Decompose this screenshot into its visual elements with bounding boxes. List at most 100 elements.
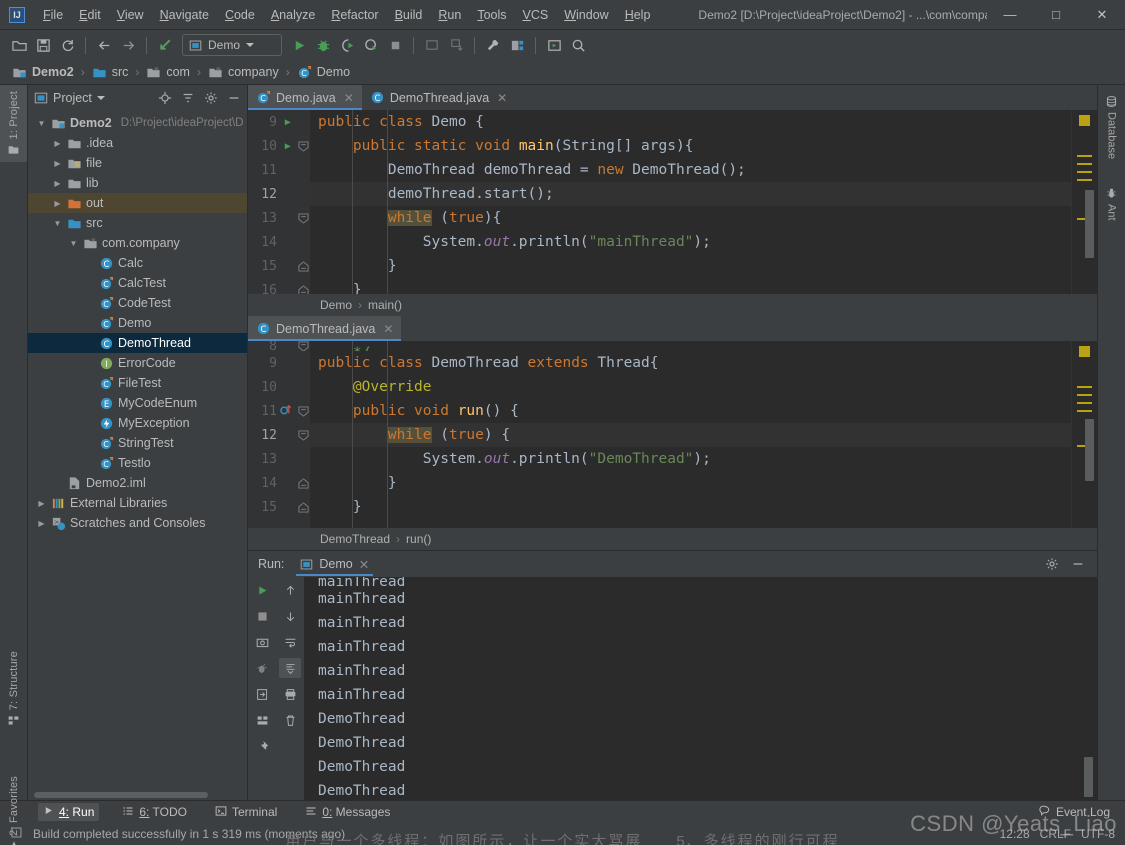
tree-node-demo2[interactable]: ▼Demo2D:\Project\ideaProject\D (28, 113, 247, 133)
menu-tools[interactable]: Tools (469, 4, 514, 26)
editor-breadcrumb-item[interactable]: DemoThread (320, 532, 390, 546)
code-line[interactable]: System.out.println("DemoThread"); (310, 447, 1071, 471)
debug-icon[interactable] (251, 658, 273, 678)
fold-toggle-icon[interactable] (297, 501, 310, 514)
up-icon[interactable] (279, 580, 301, 600)
tree-node-demo[interactable]: CDemo (28, 313, 247, 333)
run-configuration-selector[interactable]: Demo (182, 34, 282, 56)
tree-expander[interactable]: ▼ (68, 239, 79, 248)
breadcrumb-item-demo2[interactable]: Demo2 (10, 64, 76, 81)
code-line[interactable]: while (true) { (310, 423, 1071, 447)
run-gutter-icon[interactable]: ▶ (281, 141, 295, 152)
collapse-all-icon[interactable] (179, 89, 197, 107)
toolwindow-button-terminal[interactable]: Terminal (210, 803, 282, 822)
forward-icon[interactable] (117, 34, 139, 56)
editor-code-demothread[interactable]: */public class DemoThread extends Thread… (310, 341, 1071, 528)
sidebar-item-project[interactable]: 1: Project (0, 85, 27, 162)
toolwindow-button-4--run[interactable]: 4: Run (38, 803, 99, 821)
menu-file[interactable]: File (35, 4, 71, 26)
breadcrumb-item-src[interactable]: src (90, 64, 131, 81)
tree-node-com-company[interactable]: ▼com.company (28, 233, 247, 253)
stop-icon[interactable] (384, 34, 406, 56)
pin-icon[interactable] (251, 736, 273, 756)
build-project-icon[interactable] (506, 34, 528, 56)
fold-toggle-icon[interactable] (297, 341, 310, 351)
run-tab-demo[interactable]: Demo ✕ (292, 554, 377, 575)
project-tree[interactable]: ▼Demo2D:\Project\ideaProject\D▶.idea▶fil… (28, 111, 247, 790)
print-icon[interactable] (279, 684, 301, 704)
code-line[interactable]: DemoThread demoThread = new DemoThread()… (310, 158, 1071, 182)
tree-node-calc[interactable]: CCalc (28, 253, 247, 273)
jump-to-source-icon[interactable] (154, 34, 176, 56)
tree-node-filetest[interactable]: CFileTest (28, 373, 247, 393)
open-icon[interactable] (8, 34, 30, 56)
editor-tab-demothread-java[interactable]: CDemoThread.java✕ (362, 85, 515, 110)
menu-build[interactable]: Build (387, 4, 431, 26)
fold-toggle-icon[interactable] (297, 429, 310, 442)
gutter-row[interactable]: 9▶ (248, 110, 310, 134)
editor-area-demothread[interactable]: 89101112131415 */public class DemoThread… (248, 341, 1097, 528)
menu-analyze[interactable]: Analyze (263, 4, 323, 26)
layout-icon[interactable] (251, 710, 273, 730)
tree-node-calctest[interactable]: CCalcTest (28, 273, 247, 293)
gutter-row[interactable]: 10 (248, 375, 310, 399)
code-line[interactable]: demoThread.start(); (310, 182, 1071, 206)
code-line[interactable]: public class DemoThread extends Thread{ (310, 351, 1071, 375)
close-icon[interactable]: ✕ (344, 91, 354, 105)
menu-navigate[interactable]: Navigate (152, 4, 217, 26)
export-icon[interactable] (251, 684, 273, 704)
maximize-button[interactable]: □ (1033, 0, 1079, 30)
close-icon[interactable]: ✕ (497, 91, 507, 105)
editor-code-demo[interactable]: public class Demo { public static void m… (310, 110, 1071, 294)
update-app-icon[interactable] (421, 34, 443, 56)
editor-tab-demo-java[interactable]: CDemo.java✕ (248, 85, 362, 110)
menu-help[interactable]: Help (617, 4, 659, 26)
code-line[interactable]: } (310, 471, 1071, 495)
gutter-row[interactable]: 15 (248, 254, 310, 278)
code-line[interactable]: } (310, 495, 1071, 519)
editor-area-demo[interactable]: 9▶10▶111213141516 public class Demo { pu… (248, 110, 1097, 294)
menu-edit[interactable]: Edit (71, 4, 109, 26)
breadcrumb-item-com[interactable]: com (144, 64, 192, 81)
code-line[interactable]: } (310, 278, 1071, 294)
editor-breadcrumb-item[interactable]: run() (406, 532, 431, 546)
tree-node-out[interactable]: ▶out (28, 193, 247, 213)
menu-view[interactable]: View (109, 4, 152, 26)
breadcrumb-item-demo[interactable]: CDemo (295, 64, 352, 81)
gutter-row[interactable]: 8 (248, 341, 310, 351)
rerun-icon[interactable] (251, 580, 273, 600)
tree-node-scratches-and-consoles[interactable]: ▶>Scratches and Consoles (28, 513, 247, 533)
tree-node-codetest[interactable]: CCodeTest (28, 293, 247, 313)
gutter-row[interactable]: 14 (248, 230, 310, 254)
fold-toggle-icon[interactable] (297, 260, 310, 273)
code-line[interactable]: */ (310, 341, 1071, 351)
run-anything-icon[interactable] (543, 34, 565, 56)
tree-expander[interactable]: ▶ (52, 179, 63, 188)
locate-icon[interactable] (156, 89, 174, 107)
build-icon[interactable] (482, 34, 504, 56)
editor-marker-panel-top[interactable] (1071, 110, 1097, 294)
editor-breadcrumb-item[interactable]: Demo (320, 298, 352, 312)
toolwindow-button-6--todo[interactable]: 6: TODO (117, 803, 192, 822)
tree-expander[interactable]: ▼ (52, 219, 63, 228)
code-line[interactable]: public void run() { (310, 399, 1071, 423)
warning-marker[interactable] (1079, 115, 1090, 126)
sync-icon[interactable] (56, 34, 78, 56)
sidebar-item-ant[interactable]: Ant (1098, 181, 1125, 227)
code-line[interactable]: while (true){ (310, 206, 1071, 230)
sidebar-item-structure[interactable]: 7: Structure (0, 645, 27, 733)
code-line[interactable]: } (310, 254, 1071, 278)
tree-node-stringtest[interactable]: CStringTest (28, 433, 247, 453)
close-icon[interactable]: ✕ (359, 557, 369, 572)
scroll-to-end-icon[interactable] (279, 658, 301, 678)
menu-refactor[interactable]: Refactor (323, 4, 386, 26)
tree-expander[interactable]: ▶ (52, 139, 63, 148)
override-marker-icon[interactable] (280, 403, 293, 420)
gutter-row[interactable]: 10▶ (248, 134, 310, 158)
tree-node--idea[interactable]: ▶.idea (28, 133, 247, 153)
tree-node-file[interactable]: ▶file (28, 153, 247, 173)
tree-node-demo2-iml[interactable]: Demo2.iml (28, 473, 247, 493)
save-icon[interactable] (32, 34, 54, 56)
run-coverage-icon[interactable] (336, 34, 358, 56)
tree-expander[interactable]: ▶ (36, 519, 47, 528)
